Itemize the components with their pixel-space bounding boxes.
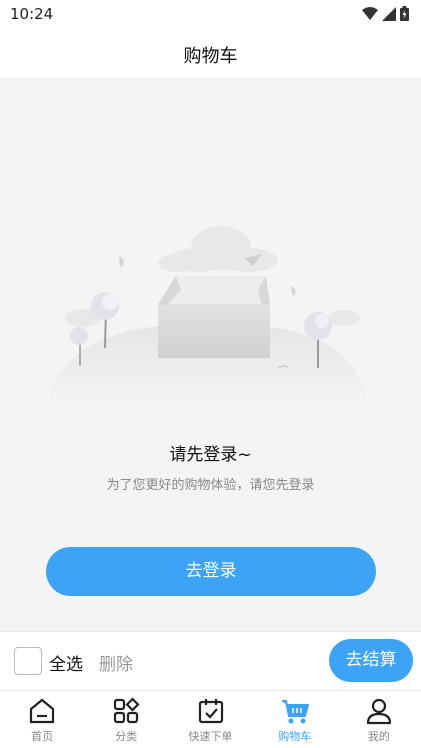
cart-action-bar: 全选 删除 去结算 (0, 631, 421, 690)
checkout-button[interactable]: 去结算 (329, 639, 413, 682)
signal-icon (382, 6, 396, 21)
cart-content: 请先登录~ 为了您更好的购物体验，请您先登录 去登录 (0, 78, 421, 631)
status-time: 10:24 (10, 5, 54, 23)
tab-home-label: 首页 (31, 730, 54, 743)
select-all-checkbox[interactable] (14, 647, 42, 675)
tab-profile[interactable]: 我的 (337, 691, 421, 748)
tab-quick-order-label: 快速下单 (188, 730, 233, 743)
status-icons (362, 6, 409, 21)
tab-quick-order[interactable]: 快速下单 (168, 691, 252, 748)
tab-home[interactable]: 首页 (0, 691, 84, 748)
select-all-label[interactable]: 全选 (49, 650, 83, 675)
page-title: 购物车 (183, 46, 238, 67)
bottom-tab-bar: 首页 分类 快速下单 购物车 我的 (0, 690, 421, 748)
cart-icon (281, 700, 309, 724)
tab-profile-label: 我的 (367, 730, 390, 743)
tab-cart[interactable]: 购物车 (253, 691, 337, 748)
wifi-icon (362, 6, 378, 20)
tab-cart-label: 购物车 (278, 730, 312, 743)
home-icon (29, 698, 55, 724)
category-icon (114, 697, 140, 724)
header: 购物车 (0, 28, 421, 78)
tab-category[interactable]: 分类 (84, 691, 168, 748)
quick-order-icon (198, 699, 223, 724)
battery-icon (400, 6, 409, 21)
empty-cart-illustration (48, 226, 368, 408)
delete-button[interactable]: 删除 (99, 650, 133, 675)
user-icon (366, 698, 392, 725)
login-button[interactable]: 去登录 (46, 547, 376, 596)
empty-state-title: 请先登录~ (169, 445, 252, 465)
empty-state-subtitle: 为了您更好的购物体验，请您先登录 (106, 478, 315, 493)
status-bar: 10:24 (0, 0, 421, 28)
tab-category-label: 分类 (115, 730, 138, 743)
